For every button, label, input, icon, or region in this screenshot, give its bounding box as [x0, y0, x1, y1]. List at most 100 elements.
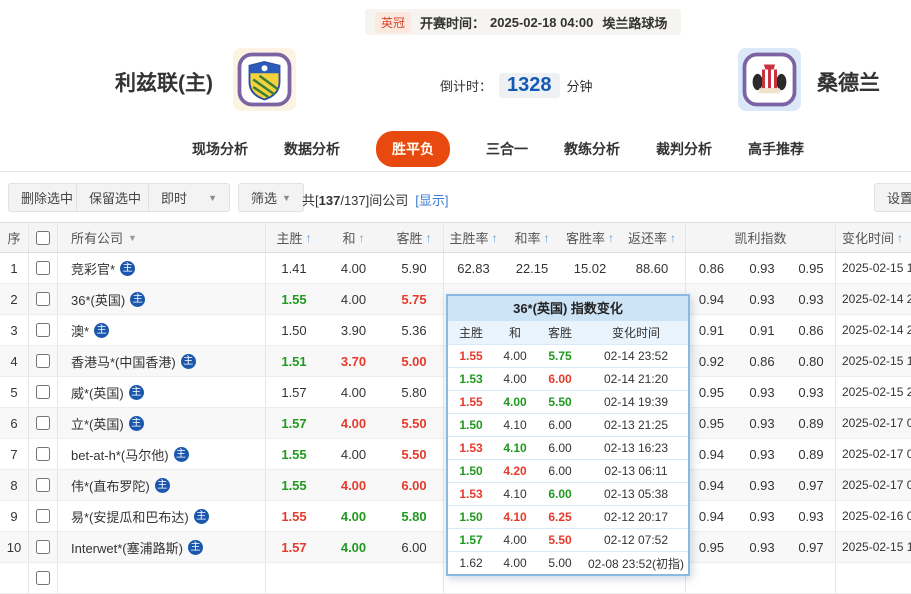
kelly-value: 0.80: [798, 353, 824, 369]
popup-row: 1.53 4.10 6.00 02-13 16:23: [448, 436, 688, 459]
row-checkbox-cell: [28, 377, 57, 407]
delete-selected-button[interactable]: 删除选中: [8, 183, 87, 212]
row-checkbox[interactable]: [36, 354, 50, 368]
company-cell[interactable]: 澳* 主: [57, 315, 265, 345]
row-checkbox-cell: [28, 501, 57, 531]
header-payout-rate[interactable]: 返还率 ↑: [619, 223, 685, 252]
row-index: 9: [10, 508, 18, 524]
odds-value: 4.00: [340, 291, 367, 307]
company-cell[interactable]: 易*(安提瓜和巴布达) 主: [57, 501, 265, 531]
popup-header: 主胜 和 客胜 变化时间: [448, 321, 688, 344]
countdown-unit: 分钟: [566, 79, 593, 94]
row-checkbox-cell: [28, 439, 57, 469]
popup-change-time: 02-12 20:17: [603, 510, 669, 524]
home-badge-icon: 主: [180, 353, 196, 369]
change-time: 2025-02-15 1: [835, 532, 911, 562]
nav-tab[interactable]: 三合一: [486, 139, 528, 159]
kickoff-bar: 英冠 开赛时间： 2025-02-18 04:00 埃兰路球场: [365, 9, 681, 35]
header-change-time[interactable]: 变化时间 ↑: [835, 223, 911, 252]
company-name: 香港马*(中国香港): [71, 354, 176, 370]
header-home-rate[interactable]: 主胜率 ↑: [443, 223, 503, 252]
chevron-down-icon: ▼: [128, 232, 137, 243]
kelly-value: 0.92: [685, 346, 737, 376]
kickoff-time: 2025-02-18 04:00: [490, 14, 594, 30]
home-badge-icon: 主: [187, 539, 203, 555]
kelly-value: 0.89: [798, 415, 824, 431]
header-away-rate[interactable]: 客胜率 ↑: [561, 223, 619, 252]
kelly-value: 0.94: [685, 284, 737, 314]
company-count: 共[137/137]间公司 [显示]: [302, 193, 449, 208]
popup-odds-value: 1.53: [459, 487, 483, 501]
popup-odds-value: 5.00: [548, 556, 572, 570]
header-home-odds[interactable]: 主胜 ↑: [265, 223, 322, 252]
row-checkbox-cell: [28, 532, 57, 562]
popup-odds-value: 5.50: [548, 533, 572, 547]
header-checkbox-cell: [28, 223, 57, 252]
show-link[interactable]: [显示]: [415, 193, 448, 208]
company-cell[interactable]: Interwet*(塞浦路斯) 主: [57, 532, 265, 562]
popup-odds-value: 1.53: [459, 372, 483, 386]
company-name: 伟*(直布罗陀): [71, 478, 150, 494]
row-checkbox[interactable]: [36, 571, 50, 585]
row-index: 2: [10, 291, 18, 307]
kelly-value: 0.94: [685, 470, 737, 500]
row-checkbox[interactable]: [36, 447, 50, 461]
instant-odds-select[interactable]: 即时 ▼: [148, 183, 230, 212]
nav-tab[interactable]: 胜平负: [376, 130, 450, 167]
table-header: 序 所有公司 ▼ 主胜 ↑ 和 ↑ 客胜 ↑ 主胜率 ↑ 和率 ↑ 客胜率 ↑ 返还率 ↑ 凯利…: [0, 222, 911, 253]
header-draw-odds[interactable]: 和 ↑: [322, 223, 385, 252]
company-cell[interactable]: 香港马*(中国香港) 主: [57, 346, 265, 376]
row-checkbox[interactable]: [36, 292, 50, 306]
header-away-odds[interactable]: 客胜 ↑: [385, 223, 443, 252]
select-all-checkbox[interactable]: [36, 230, 50, 245]
row-checkbox[interactable]: [36, 540, 50, 554]
company-count-selected: 137: [318, 193, 341, 208]
row-checkbox[interactable]: [36, 416, 50, 430]
odds-value: 1.57: [265, 532, 322, 562]
nav-tab[interactable]: 现场分析: [192, 139, 248, 159]
company-cell[interactable]: bet-at-h*(马尔他) 主: [57, 439, 265, 469]
nav-tab[interactable]: 教练分析: [564, 139, 620, 159]
sort-up-icon: ↑: [897, 230, 904, 245]
home-badge-icon: 主: [128, 415, 144, 431]
popup-odds-value: 6.00: [548, 418, 572, 432]
sort-up-icon: ↑: [608, 230, 614, 245]
popup-change-time: 02-14 21:20: [603, 372, 669, 386]
row-index: 5: [10, 384, 18, 400]
row-checkbox[interactable]: [36, 385, 50, 399]
row-checkbox[interactable]: [36, 478, 50, 492]
odds-value: 1.55: [265, 284, 322, 314]
kelly-value: 0.93: [749, 260, 775, 276]
nav-tab[interactable]: 数据分析: [284, 139, 340, 159]
countdown: 倒计时： 1328 分钟: [440, 73, 593, 98]
header-draw-rate[interactable]: 和率 ↑: [503, 223, 561, 252]
company-cell[interactable]: 伟*(直布罗陀) 主: [57, 470, 265, 500]
row-checkbox[interactable]: [36, 261, 50, 275]
popup-odds-value: 4.00: [503, 395, 527, 409]
nav-tab[interactable]: 裁判分析: [656, 139, 712, 159]
row-checkbox[interactable]: [36, 509, 50, 523]
nav-tab[interactable]: 高手推荐: [748, 139, 804, 159]
popup-odds-value: 4.00: [503, 349, 527, 363]
settings-button[interactable]: 设置: [874, 183, 911, 212]
popup-row: 1.62 4.00 5.00 02-08 23:52(初指): [448, 551, 688, 574]
company-name: 易*(安提瓜和巴布达): [71, 509, 189, 525]
odds-value: 4.00: [340, 539, 367, 555]
header-seq: 序: [7, 231, 21, 246]
company-cell[interactable]: 竞彩官* 主: [57, 253, 265, 283]
company-cell[interactable]: 威*(英国) 主: [57, 377, 265, 407]
company-cell[interactable]: 立*(英国) 主: [57, 408, 265, 438]
popup-row: 1.50 4.10 6.25 02-12 20:17: [448, 505, 688, 528]
delete-selected-label: 删除选中: [21, 191, 74, 206]
odds-value: 5.50: [401, 415, 427, 431]
filter-select[interactable]: 筛选 ▼: [238, 183, 304, 212]
odds-value: 4.00: [340, 477, 367, 493]
company-cell[interactable]: 36*(英国) 主: [57, 284, 265, 314]
rate-value: 88.60: [635, 260, 669, 276]
popup-odds-value: 1.62: [459, 556, 483, 570]
popup-change-time: 02-13 05:38: [603, 487, 669, 501]
keep-selected-button[interactable]: 保留选中: [76, 183, 155, 212]
countdown-value: 1328: [499, 73, 560, 98]
header-company[interactable]: 所有公司 ▼: [57, 223, 265, 252]
row-checkbox[interactable]: [36, 323, 50, 337]
